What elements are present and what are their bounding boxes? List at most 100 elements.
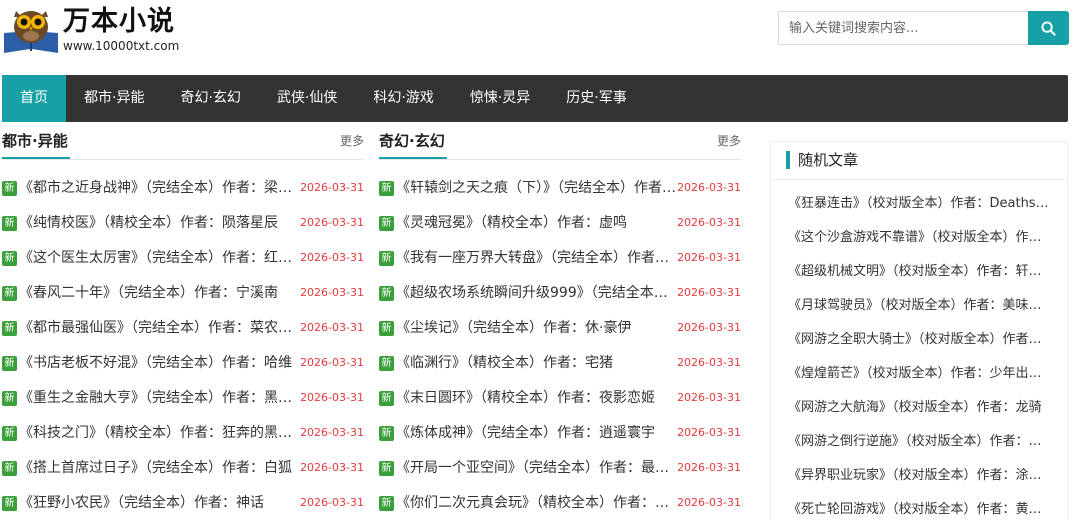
book-title-link[interactable]: 《开局一个亚空间》（完结全本）作者：最后一个灵魂 xyxy=(396,457,676,479)
book-title-link[interactable]: 《都市之近身战神》（完结全本）作者：梁七少 xyxy=(19,177,299,199)
random-article-link[interactable]: 《死亡轮回游戏》（校对版全本）作者：黄金眼 xyxy=(771,493,1051,527)
panel-title: 随机文章 xyxy=(798,151,859,169)
book-title-link[interactable]: 《狂野小农民》（完结全本）作者：神话 xyxy=(19,492,299,514)
item-date: 2026-03-31 xyxy=(677,461,741,474)
random-article-link[interactable]: 《异界职业玩家》（校对版全本）作者：涂章节 xyxy=(771,459,1051,493)
book-title-link[interactable]: 《搭上首席过日子》（完结全本）作者：白狐 xyxy=(19,457,299,479)
book-title-link[interactable]: 《灵魂冠冕》（精校全本）作者：虚鸣 xyxy=(396,212,676,234)
search-button[interactable] xyxy=(1028,11,1069,45)
item-date: 2026-03-31 xyxy=(677,216,741,229)
search-icon xyxy=(1041,20,1056,36)
panel-header: 随机文章 xyxy=(771,142,1067,180)
item-date: 2026-03-31 xyxy=(300,181,364,194)
book-title-link[interactable]: 《春风二十年》（完结全本）作者：宁溪南 xyxy=(19,282,299,304)
new-badge: 新 xyxy=(2,496,17,511)
item-date: 2026-03-31 xyxy=(300,251,364,264)
random-article-link[interactable]: 《网游之倒行逆施》（校对版全本）作者：张扬 xyxy=(771,425,1051,459)
list-item[interactable]: 新《都市最强仙医》（完结全本）作者：菜农翻身 2026-03-31 xyxy=(2,311,364,346)
random-articles-panel: 随机文章 《狂暴连击》（校对版全本）作者：Deathstate 《这个沙盒游戏不… xyxy=(770,141,1068,521)
new-badge: 新 xyxy=(2,356,17,371)
search-box xyxy=(778,11,1069,45)
list-item[interactable]: 新《末日圆环》（精校全本）作者：夜影恋姬 2026-03-31 xyxy=(379,381,741,416)
more-link[interactable]: 更多 xyxy=(340,132,364,149)
book-title-link[interactable]: 《这个医生太厉害》（完结全本）作者：红运当头 xyxy=(19,247,299,269)
list-item[interactable]: 新《我有一座万界大转盘》（完结全本）作者：一叶知秋2026-03-31 xyxy=(379,241,741,276)
list-item[interactable]: 新《轩辕剑之天之痕（下）》（完结全本）作者：燕垒生2026-03-31 xyxy=(379,171,741,206)
nav-item-history[interactable]: 历史·军事 xyxy=(548,75,644,122)
list-item[interactable]: 新《重生之金融大亨》（完结全本）作者：黑色禁药 2026-03-31 xyxy=(2,381,364,416)
nav-item-horror[interactable]: 惊悚·灵异 xyxy=(452,75,548,122)
item-date: 2026-03-31 xyxy=(677,321,741,334)
list-item[interactable]: 新《超级农场系统瞬间升级999》（完结全本）作者：佚名2026-03-31 xyxy=(379,276,741,311)
new-badge: 新 xyxy=(2,181,17,196)
section-fantasy: 奇幻·玄幻 更多 新《轩辕剑之天之痕（下）》（完结全本）作者：燕垒生2026-0… xyxy=(379,131,741,521)
item-date: 2026-03-31 xyxy=(677,286,741,299)
random-article-link[interactable]: 《煌煌箭芒》（校对版全本）作者：少年出英雄 xyxy=(771,357,1051,391)
nav-item-home[interactable]: 首页 xyxy=(2,75,66,122)
list-item[interactable]: 新《都市之近身战神》（完结全本）作者：梁七少 2026-03-31 xyxy=(2,171,364,206)
new-badge: 新 xyxy=(379,216,394,231)
list-item[interactable]: 新《春风二十年》（完结全本）作者：宁溪南 2026-03-31 xyxy=(2,276,364,311)
book-title-link[interactable]: 《重生之金融大亨》（完结全本）作者：黑色禁药 xyxy=(19,387,299,409)
random-article-link[interactable]: 《这个沙盒游戏不靠谱》（校对版全本）作者：佚名 xyxy=(771,221,1051,255)
random-article-link[interactable]: 《超级机械文明》（校对版全本）作者：轩中易 xyxy=(771,255,1051,289)
new-badge: 新 xyxy=(379,181,394,196)
new-badge: 新 xyxy=(2,461,17,476)
new-badge: 新 xyxy=(2,216,17,231)
book-list: 新《都市之近身战神》（完结全本）作者：梁七少 2026-03-31 新《纯情校医》… xyxy=(2,171,364,521)
book-title-link[interactable]: 《你们二次元真会玩》（精校全本）作者：佚名 xyxy=(396,492,676,514)
book-title-link[interactable]: 《书店老板不好混》（完结全本）作者：哈维 xyxy=(19,352,299,374)
item-date: 2026-03-31 xyxy=(300,356,364,369)
list-item[interactable]: 新《科技之门》（精校全本）作者：狂奔的黑猩猩 2026-03-31 xyxy=(2,416,364,451)
random-article-link[interactable]: 《网游之大航海》（校对版全本）作者：龙骑 xyxy=(771,391,1051,425)
new-badge: 新 xyxy=(2,426,17,441)
list-item[interactable]: 新《尘埃记》（完结全本）作者：休·豪伊 2026-03-31 xyxy=(379,311,741,346)
list-item[interactable]: 新《炼体成神》（完结全本）作者：逍遥寰宇 2026-03-31 xyxy=(379,416,741,451)
item-date: 2026-03-31 xyxy=(677,391,741,404)
book-list: 新《轩辕剑之天之痕（下）》（完结全本）作者：燕垒生2026-03-31 新《灵魂… xyxy=(379,171,741,521)
book-title-link[interactable]: 《轩辕剑之天之痕（下）》（完结全本）作者：燕垒生 xyxy=(396,177,676,199)
owl-book-logo-icon xyxy=(4,11,58,53)
new-badge: 新 xyxy=(379,461,394,476)
book-title-link[interactable]: 《科技之门》（精校全本）作者：狂奔的黑猩猩 xyxy=(19,422,299,444)
site-title: 万本小说 xyxy=(63,6,175,37)
search-input[interactable] xyxy=(778,11,1028,45)
section-header: 奇幻·玄幻 更多 xyxy=(379,131,741,160)
list-item[interactable]: 新《纯情校医》（精校全本）作者：陨落星辰 2026-03-31 xyxy=(2,206,364,241)
list-item[interactable]: 新《临渊行》（精校全本）作者：宅猪 2026-03-31 xyxy=(379,346,741,381)
more-link[interactable]: 更多 xyxy=(717,132,741,149)
new-badge: 新 xyxy=(2,286,17,301)
new-badge: 新 xyxy=(379,286,394,301)
nav-item-wuxia[interactable]: 武侠·仙侠 xyxy=(259,75,355,122)
book-title-link[interactable]: 《超级农场系统瞬间升级999》（完结全本）作者：佚名 xyxy=(396,282,676,304)
book-title-link[interactable]: 《炼体成神》（完结全本）作者：逍遥寰宇 xyxy=(396,422,676,444)
site-logo[interactable]: 万本小说 www.10000txt.com xyxy=(2,3,187,55)
book-title-link[interactable]: 《纯情校医》（精校全本）作者：陨落星辰 xyxy=(19,212,299,234)
list-item[interactable]: 新《开局一个亚空间》（完结全本）作者：最后一个灵魂2026-03-31 xyxy=(379,451,741,486)
book-title-link[interactable]: 《都市最强仙医》（完结全本）作者：菜农翻身 xyxy=(19,317,299,339)
random-article-link[interactable]: 《月球驾驶员》（校对版全本）作者：美味罗宋汤 xyxy=(771,289,1051,323)
new-badge: 新 xyxy=(2,391,17,406)
main-nav: 首页 都市·异能 奇幻·玄幻 武侠·仙侠 科幻·游戏 惊悚·灵异 历史·军事 xyxy=(2,75,1068,122)
book-title-link[interactable]: 《临渊行》（精校全本）作者：宅猪 xyxy=(396,352,676,374)
list-item[interactable]: 新《书店老板不好混》（完结全本）作者：哈维 2026-03-31 xyxy=(2,346,364,381)
item-date: 2026-03-31 xyxy=(300,391,364,404)
book-title-link[interactable]: 《尘埃记》（完结全本）作者：休·豪伊 xyxy=(396,317,676,339)
nav-item-scifi[interactable]: 科幻·游戏 xyxy=(355,75,451,122)
list-item[interactable]: 新《这个医生太厉害》（完结全本）作者：红运当头 2026-03-31 xyxy=(2,241,364,276)
accent-bar xyxy=(786,151,790,169)
site-url: www.10000txt.com xyxy=(63,39,180,53)
nav-item-urban[interactable]: 都市·异能 xyxy=(66,75,162,122)
nav-item-fantasy[interactable]: 奇幻·玄幻 xyxy=(162,75,258,122)
book-title-link[interactable]: 《我有一座万界大转盘》（完结全本）作者：一叶知秋 xyxy=(396,247,676,269)
random-article-link[interactable]: 《狂暴连击》（校对版全本）作者：Deathstate xyxy=(771,187,1051,221)
list-item[interactable]: 新《灵魂冠冕》（精校全本）作者：虚鸣 2026-03-31 xyxy=(379,206,741,241)
list-item[interactable]: 新《搭上首席过日子》（完结全本）作者：白狐 2026-03-31 xyxy=(2,451,364,486)
item-date: 2026-03-31 xyxy=(677,426,741,439)
book-title-link[interactable]: 《末日圆环》（精校全本）作者：夜影恋姬 xyxy=(396,387,676,409)
item-date: 2026-03-31 xyxy=(677,496,741,509)
item-date: 2026-03-31 xyxy=(300,496,364,509)
item-date: 2026-03-31 xyxy=(300,286,364,299)
new-badge: 新 xyxy=(379,251,394,266)
random-article-link[interactable]: 《网游之全职大骑士》（校对版全本）作者：佚名 xyxy=(771,323,1051,357)
